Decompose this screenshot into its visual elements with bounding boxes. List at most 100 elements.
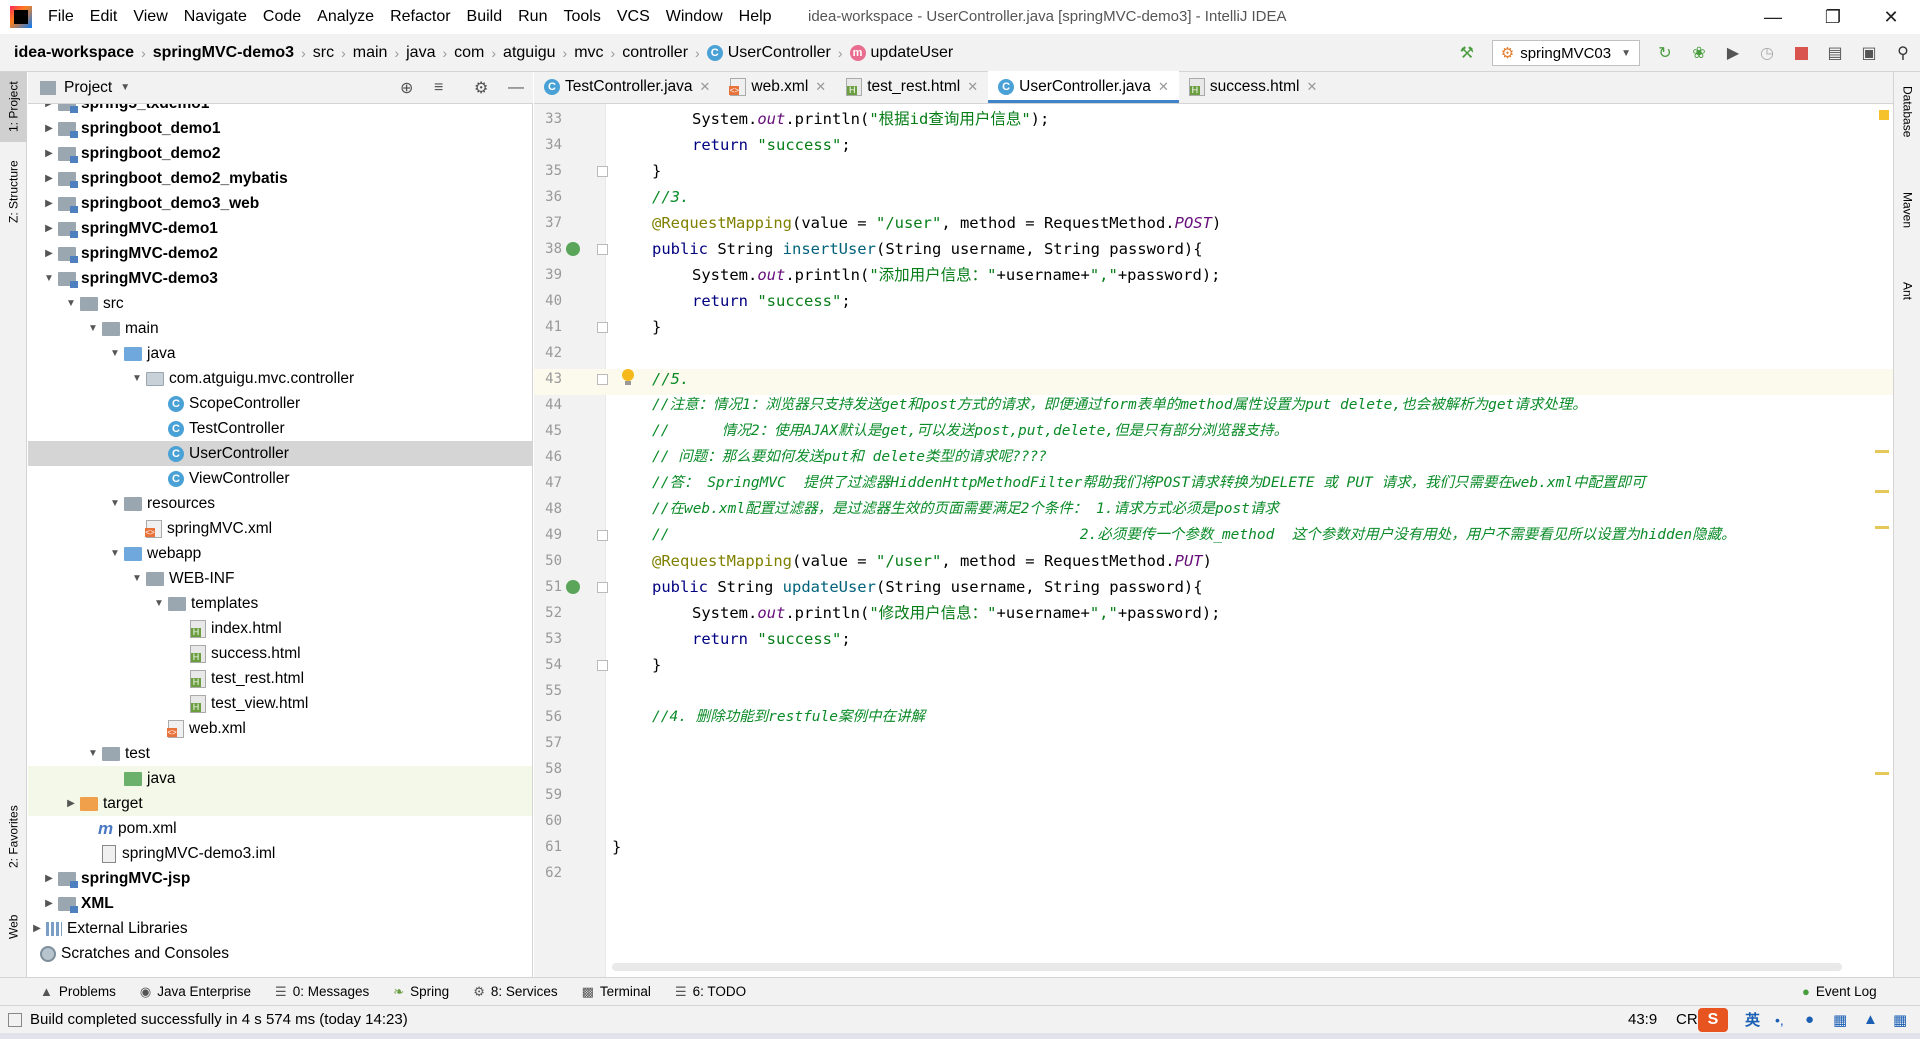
fold-marker-icon[interactable] — [597, 660, 608, 671]
tree-node[interactable]: ▼ src — [28, 291, 532, 316]
menu-run[interactable]: Run — [510, 0, 555, 34]
tree-node[interactable]: ▶ springMVC-demo1 — [28, 216, 532, 241]
menu-view[interactable]: View — [125, 0, 175, 34]
fold-marker-icon[interactable] — [597, 322, 608, 333]
tree-node[interactable]: C TestController — [28, 416, 532, 441]
close-button[interactable]: ✕ — [1866, 0, 1916, 34]
tool-windows-toggle-icon[interactable] — [8, 1012, 22, 1027]
minimize-button[interactable]: — — [1748, 0, 1798, 34]
tree-node[interactable]: ▼ java — [28, 341, 532, 366]
collapse-all-icon[interactable]: ≡ — [434, 79, 443, 97]
chevron-down-icon[interactable]: ▼ — [120, 82, 130, 93]
horizontal-scrollbar[interactable] — [612, 963, 1842, 971]
expand-arrow-icon[interactable]: ▶ — [40, 123, 58, 134]
tree-node[interactable]: springMVC.xml — [28, 516, 532, 541]
collapse-arrow-icon[interactable]: ▼ — [106, 548, 124, 559]
status-message[interactable]: Build completed successfully in 4 s 574 … — [30, 1011, 408, 1028]
expand-arrow-icon[interactable]: ▶ — [62, 798, 80, 809]
close-tab-icon[interactable]: ✕ — [815, 79, 826, 95]
tree-node[interactable]: test_view.html — [28, 691, 532, 716]
tree-node[interactable]: java — [28, 766, 532, 791]
expand-arrow-icon[interactable]: ▶ — [40, 173, 58, 184]
breadcrumb-main[interactable]: main — [349, 44, 392, 62]
menu-window[interactable]: Window — [658, 0, 731, 34]
breadcrumb-module[interactable]: springMVC-demo3 — [149, 44, 298, 62]
breadcrumb-java[interactable]: java — [402, 44, 439, 62]
tree-node[interactable]: ▼ webapp — [28, 541, 532, 566]
expand-arrow-icon[interactable]: ▶ — [40, 148, 58, 159]
menu-tools[interactable]: Tools — [555, 0, 608, 34]
editor-tab[interactable]: C TestController.java ✕ — [534, 71, 720, 103]
database-tool-tab[interactable]: Database — [1894, 86, 1920, 176]
tree-node[interactable]: success.html — [28, 641, 532, 666]
rerun-icon[interactable]: ↻ — [1653, 41, 1677, 65]
favorites-tool-tab[interactable]: 2: Favorites — [0, 792, 27, 882]
tree-node[interactable]: ▼ main — [28, 316, 532, 341]
todo-tool-button[interactable]: ☰ 6: TODO — [663, 984, 758, 1000]
messages-tool-button[interactable]: ☰ 0: Messages — [263, 984, 381, 1000]
fold-marker-icon[interactable] — [597, 374, 608, 385]
tree-node[interactable]: C ViewController — [28, 466, 532, 491]
tree-node[interactable]: ▼ resources — [28, 491, 532, 516]
close-tab-icon[interactable]: ✕ — [700, 79, 711, 95]
breadcrumb-class[interactable]: C UserController — [703, 44, 835, 62]
collapse-arrow-icon[interactable]: ▼ — [150, 598, 168, 609]
lightbulb-icon[interactable] — [621, 369, 635, 387]
tree-node[interactable]: m pom.xml — [28, 816, 532, 841]
maximize-button[interactable]: ❐ — [1808, 0, 1858, 34]
editor-tab[interactable]: web.xml ✕ — [720, 71, 836, 103]
close-tab-icon[interactable]: ✕ — [1306, 79, 1317, 95]
ime-logo-icon[interactable]: S — [1698, 1008, 1728, 1032]
coverage-icon[interactable]: ▶ — [1721, 41, 1745, 65]
collapse-arrow-icon[interactable]: ▼ — [106, 498, 124, 509]
error-stripe-marker[interactable] — [1875, 450, 1889, 453]
skin-icon[interactable]: ▲ — [1863, 1011, 1878, 1028]
locate-icon[interactable]: ⊕ — [400, 78, 413, 98]
tree-node-selected[interactable]: C UserController — [28, 441, 532, 466]
search-icon[interactable]: ⚲ — [1891, 41, 1915, 65]
expand-arrow-icon[interactable]: ▶ — [40, 248, 58, 259]
tree-node[interactable]: index.html — [28, 616, 532, 641]
toolbox-icon[interactable]: ▦ — [1893, 1011, 1907, 1029]
layout-icon[interactable]: ▣ — [1857, 41, 1881, 65]
tree-node[interactable]: ▼ WEB-INF — [28, 566, 532, 591]
tree-node[interactable]: ▼ com.atguigu.mvc.controller — [28, 366, 532, 391]
collapse-arrow-icon[interactable]: ▼ — [128, 573, 146, 584]
web-tool-tab[interactable]: Web — [0, 902, 27, 952]
breadcrumb-controller[interactable]: controller — [618, 44, 692, 62]
services-tool-button[interactable]: ⚙ 8: Services — [461, 984, 569, 1000]
event-log-tool-button[interactable]: ● Event Log — [1790, 984, 1889, 999]
maven-tool-tab[interactable]: Maven — [1894, 192, 1920, 272]
editor-tab-active[interactable]: C UserController.java ✕ — [988, 71, 1179, 103]
tree-node[interactable]: ▶ External Libraries — [28, 916, 532, 941]
tree-node[interactable]: ▶ springMVC-jsp — [28, 866, 532, 891]
ime-language[interactable]: 英 — [1745, 1009, 1760, 1030]
expand-arrow-icon[interactable]: ▶ — [40, 198, 58, 209]
collapse-arrow-icon[interactable]: ▼ — [40, 273, 58, 284]
project-structure-icon[interactable]: ▤ — [1823, 41, 1847, 65]
expand-arrow-icon[interactable]: ▶ — [40, 873, 58, 884]
menu-vcs[interactable]: VCS — [609, 0, 658, 34]
breadcrumb-mvc[interactable]: mvc — [570, 44, 607, 62]
keyboard-icon[interactable]: ▦ — [1833, 1011, 1847, 1029]
tree-node[interactable]: springMVC-demo3.iml — [28, 841, 532, 866]
menu-help[interactable]: Help — [731, 0, 780, 34]
close-tab-icon[interactable]: ✕ — [1158, 79, 1169, 95]
collapse-arrow-icon[interactable]: ▼ — [84, 748, 102, 759]
tree-node[interactable]: ▶ springboot_demo3_web — [28, 191, 532, 216]
run-config-select[interactable]: ⚙ springMVC03 ▼ — [1491, 40, 1640, 66]
error-stripe-marker[interactable] — [1875, 772, 1889, 775]
tree-node[interactable]: ▶ spring5_txdemo1 — [28, 104, 532, 116]
expand-arrow-icon[interactable]: ▶ — [40, 898, 58, 909]
java-enterprise-tool-button[interactable]: ◉ Java Enterprise — [128, 984, 263, 1000]
menu-analyze[interactable]: Analyze — [309, 0, 382, 34]
expand-arrow-icon[interactable]: ▶ — [40, 223, 58, 234]
tree-node[interactable]: C ScopeController — [28, 391, 532, 416]
editor-tab[interactable]: test_rest.html ✕ — [836, 71, 988, 103]
stop-icon[interactable] — [1789, 41, 1813, 65]
error-stripe-marker[interactable] — [1875, 490, 1889, 493]
breadcrumb-method[interactable]: m updateUser — [846, 44, 958, 62]
collapse-arrow-icon[interactable]: ▼ — [62, 298, 80, 309]
hide-panel-icon[interactable]: — — [508, 79, 524, 97]
editor-tab[interactable]: success.html ✕ — [1179, 71, 1328, 103]
